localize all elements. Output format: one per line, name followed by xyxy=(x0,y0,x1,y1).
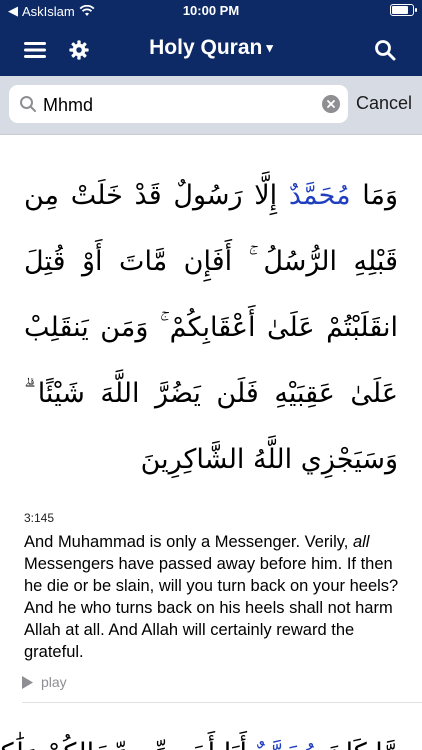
status-bar: ◀ AskIslam 10:00 PM xyxy=(0,0,422,22)
verse-arabic-text: وَمَا مُحَمَّدٌ إِلَّا رَسُولٌ قَدْ خَلَ… xyxy=(24,180,398,475)
clear-icon[interactable] xyxy=(322,95,340,113)
verse-reference: 3:145 xyxy=(24,511,55,525)
search-button[interactable] xyxy=(370,30,400,70)
cancel-button[interactable]: Cancel xyxy=(356,93,412,114)
verse-card: وَمَا مُحَمَّدٌ إِلَّا رَسُولٌ قَدْ خَلَ… xyxy=(0,135,422,703)
play-button[interactable]: play xyxy=(22,671,422,693)
play-icon xyxy=(22,675,33,689)
nav-row: Holy Quran ▾ xyxy=(0,30,422,70)
search-icon xyxy=(375,40,396,61)
results-list[interactable]: وَمَا مُحَمَّدٌ إِلَّا رَسُولٌ قَدْ خَلَ… xyxy=(0,135,422,750)
search-field-icon xyxy=(20,96,36,112)
highlighted-match: مُحَمَّدٌ xyxy=(288,180,351,211)
verse-translation: And Muhammad is only a Messenger. Verily… xyxy=(24,533,399,661)
search-bar: Cancel xyxy=(0,76,422,135)
chevron-down-icon: ▾ xyxy=(266,40,273,56)
verse-arabic-text: مَّا كَانَ مُحَمَّدٌ أَبَا أَحَدٍ مِّن ر… xyxy=(0,703,422,750)
play-label: play xyxy=(41,674,67,690)
battery-icon xyxy=(390,4,417,16)
status-time: 10:00 PM xyxy=(182,3,240,18)
nav-title-dropdown[interactable]: Holy Quran ▾ xyxy=(0,36,422,60)
search-input[interactable] xyxy=(41,85,325,125)
top-bar: ◀ AskIslam 10:00 PM Holy Quran ▾ xyxy=(0,0,422,76)
nav-title: Holy Quran xyxy=(149,36,263,59)
verse-card: مَّا كَانَ مُحَمَّدٌ أَبَا أَحَدٍ مِّن ر… xyxy=(0,703,422,750)
search-field xyxy=(9,85,348,125)
highlighted-match: مُحَمَّدٌ xyxy=(256,738,318,750)
